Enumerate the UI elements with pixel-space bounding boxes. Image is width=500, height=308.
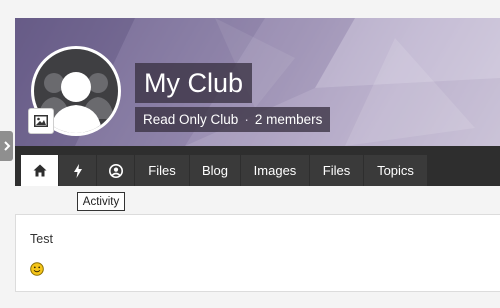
user-circle-icon xyxy=(108,163,123,178)
image-icon xyxy=(34,115,48,127)
bolt-icon xyxy=(73,163,82,178)
club-title: My Club xyxy=(144,67,244,98)
club-meta: Read Only Club · 2 members xyxy=(135,107,331,132)
post-text: Test xyxy=(30,232,53,246)
sidebar-toggle-button[interactable] xyxy=(0,131,13,161)
club-content-panel: Test xyxy=(15,214,500,292)
tab-files-2[interactable]: Files xyxy=(310,155,363,186)
tab-images[interactable]: Images xyxy=(241,155,309,186)
chevron-right-icon xyxy=(3,141,10,151)
home-icon xyxy=(33,164,46,177)
page-top-strip xyxy=(0,0,500,18)
tab-topics[interactable]: Topics xyxy=(364,155,427,186)
tab-files[interactable]: Files xyxy=(135,155,189,186)
meta-separator: · xyxy=(244,112,249,127)
club-type: Read Only Club xyxy=(143,112,239,127)
tab-members[interactable] xyxy=(97,155,134,186)
activity-tooltip: Activity xyxy=(77,192,125,211)
member-count[interactable]: 2 members xyxy=(255,112,323,127)
tab-blog[interactable]: Blog xyxy=(190,155,240,186)
change-photo-button[interactable] xyxy=(28,108,54,134)
tab-activity[interactable] xyxy=(59,155,96,186)
club-title-box: My Club xyxy=(135,63,253,103)
smiley-face-icon xyxy=(30,262,44,276)
tab-home[interactable] xyxy=(21,155,58,186)
